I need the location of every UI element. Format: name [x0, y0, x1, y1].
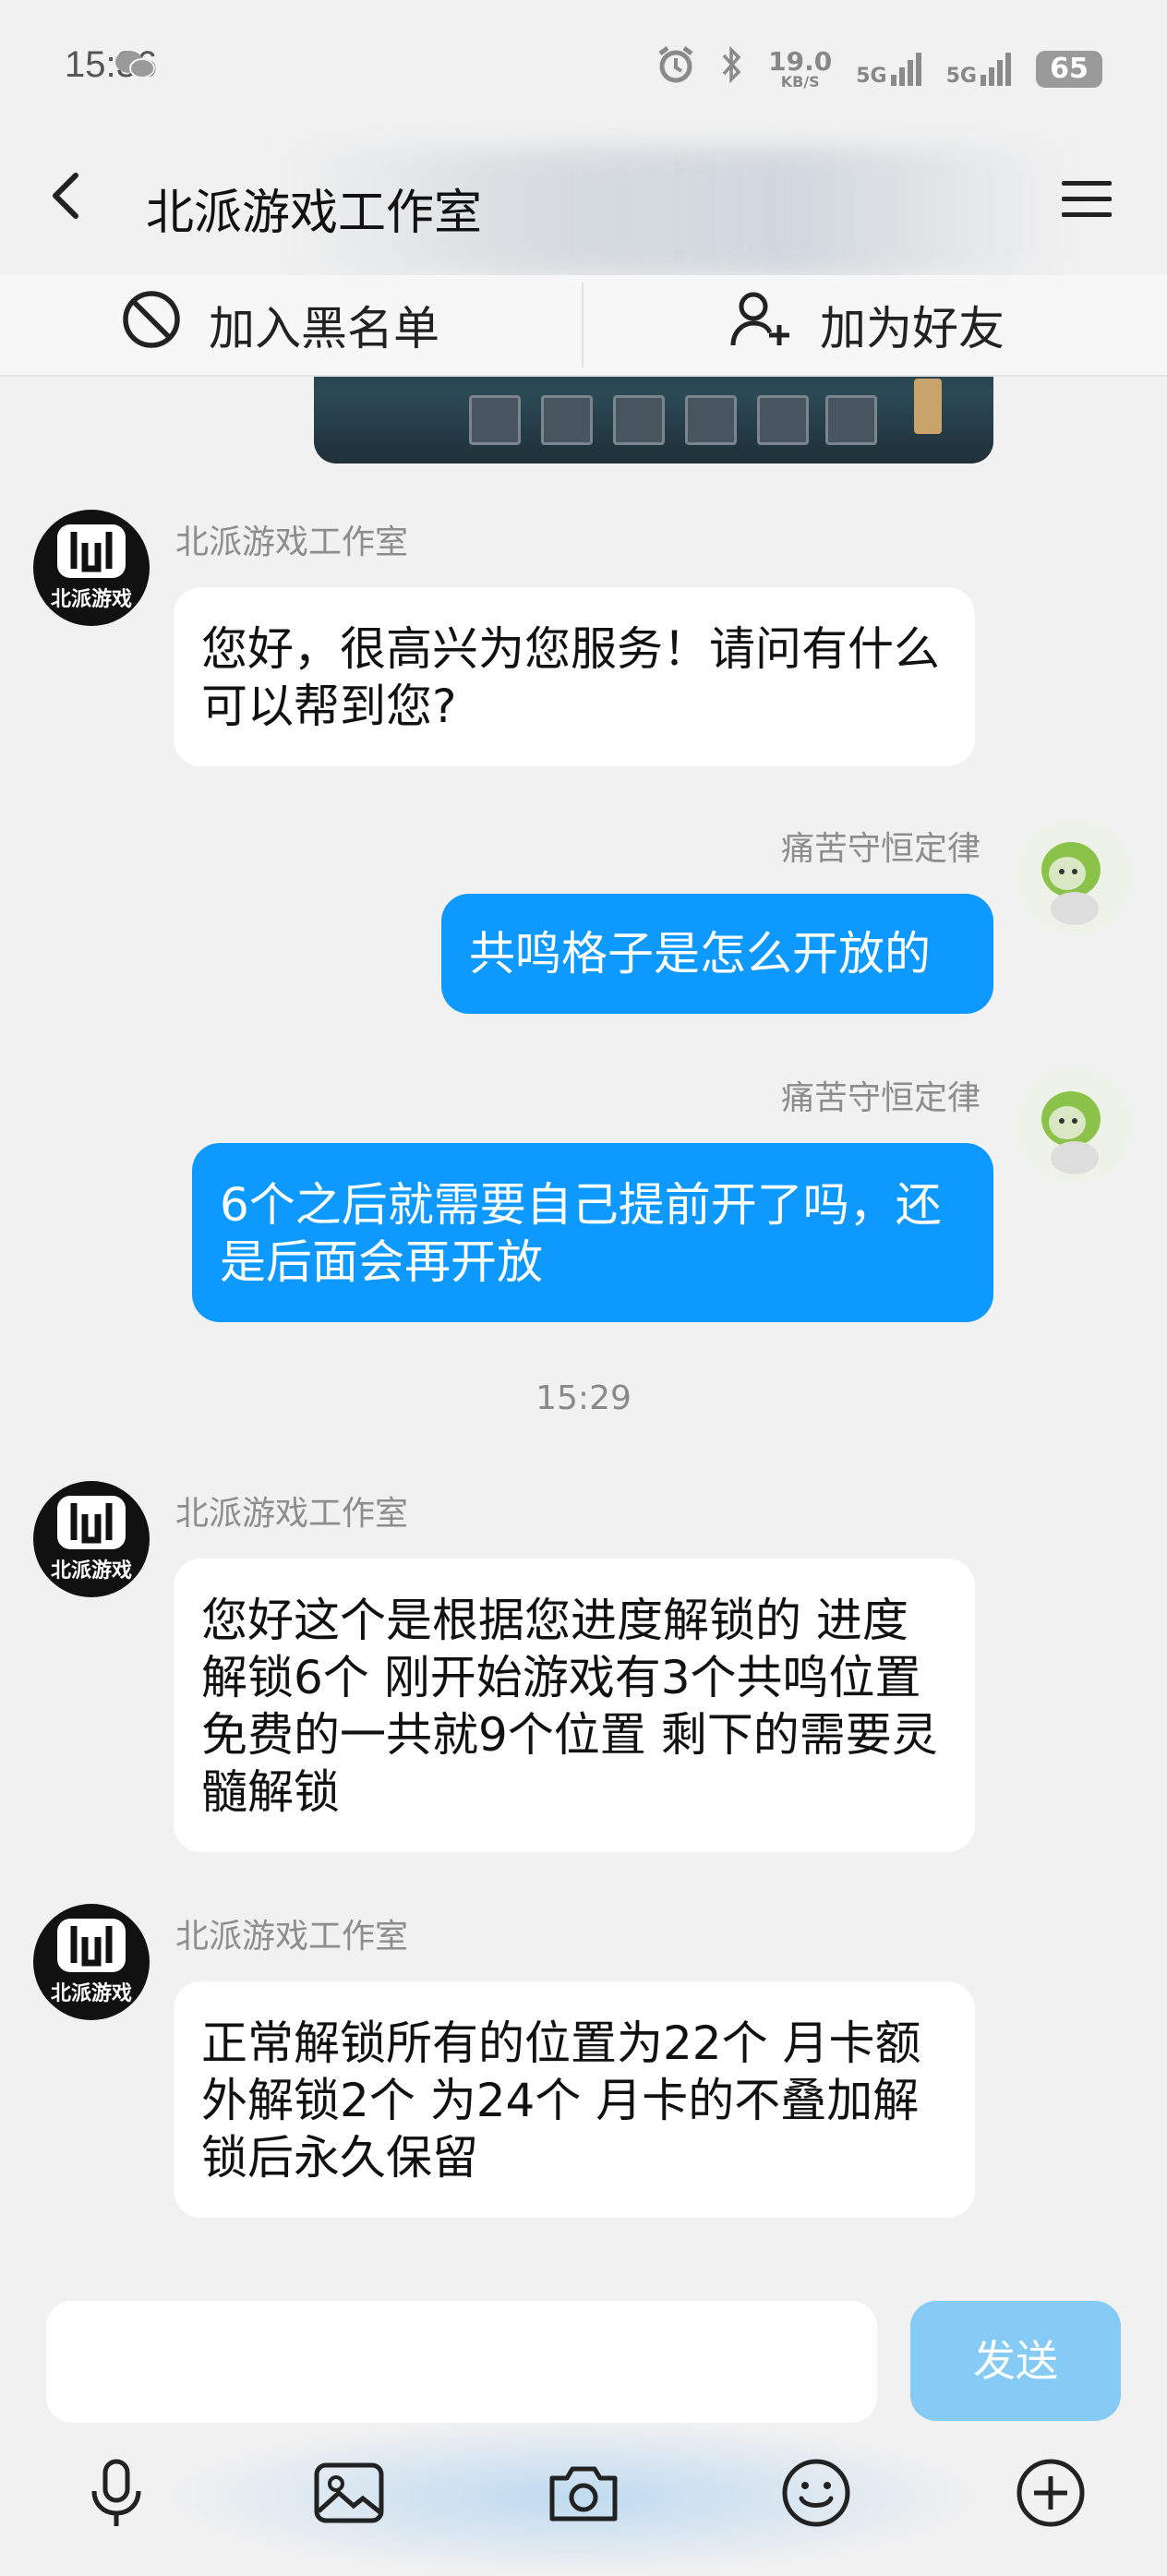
message-bubble[interactable]: 正常解锁所有的位置为22个 月卡额外解锁2个 为24个 月卡的不叠加解锁后永久保… [174, 1981, 975, 2218]
message-sender: 北派游戏工作室 [175, 1918, 409, 1956]
message-input[interactable] [46, 2301, 877, 2423]
studio-logo-text: 北派游戏 [51, 1981, 132, 2005]
send-button[interactable]: 发送 [910, 2301, 1121, 2421]
block-label: 加入黑名单 [209, 302, 439, 355]
message-bubble[interactable]: 您好，很高兴为您服务！请问有什么可以帮到您? [174, 587, 975, 766]
message-bubble[interactable]: 共鸣格子是怎么开放的 [441, 894, 993, 1014]
alarm-icon [656, 44, 696, 93]
message-sender: 北派游戏工作室 [175, 524, 409, 561]
user-avatar[interactable] [1016, 1067, 1132, 1184]
image-icon[interactable] [312, 2456, 386, 2530]
menu-icon[interactable] [1060, 177, 1113, 222]
camera-icon[interactable] [547, 2456, 620, 2530]
status-icons: 19.0 KB/S 5G 5G 65 [115, 44, 1102, 93]
message-sender: 痛苦守恒定律 [780, 1079, 981, 1117]
studio-avatar[interactable]: 北派游戏 [33, 510, 150, 626]
user-avatar[interactable] [1016, 818, 1132, 934]
message-bubble[interactable]: 6个之后就需要自己提前开了吗，还是后面会再开放 [192, 1143, 993, 1322]
plus-icon[interactable] [1014, 2456, 1088, 2530]
wechat-notification-icon [114, 48, 156, 90]
block-button[interactable]: 加入黑名单 [120, 291, 439, 358]
microphone-icon[interactable] [79, 2456, 153, 2530]
message-timestamp: 15:29 [535, 1379, 632, 1417]
add-friend-label: 加为好友 [820, 302, 1005, 355]
message-sender: 北派游戏工作室 [175, 1495, 409, 1533]
net-speed: 19.0 KB/S [768, 45, 833, 90]
add-friend-button[interactable]: 加为好友 [729, 292, 1005, 358]
block-icon [120, 288, 183, 362]
chat-title: 北派游戏工作室 [146, 186, 483, 241]
studio-avatar[interactable]: 北派游戏 [33, 1904, 150, 2020]
emoji-icon[interactable] [779, 2456, 853, 2530]
message-sender: 痛苦守恒定律 [780, 830, 981, 868]
signal-2-icon: 5G [946, 51, 1012, 88]
studio-avatar[interactable]: 北派游戏 [33, 1481, 150, 1597]
bluetooth-icon [720, 44, 744, 93]
battery-indicator: 65 [1036, 50, 1102, 88]
add-friend-icon [729, 288, 794, 362]
back-arrow-icon[interactable] [41, 168, 96, 223]
studio-logo-text: 北派游戏 [51, 587, 132, 611]
signal-1-icon: 5G [856, 51, 921, 88]
studio-logo-text: 北派游戏 [51, 1559, 132, 1583]
message-bubble[interactable]: 您好这个是根据您进度解锁的 进度解锁6个 刚开始游戏有3个共鸣位置 免费的一共就… [174, 1559, 975, 1852]
action-divider [582, 283, 584, 367]
